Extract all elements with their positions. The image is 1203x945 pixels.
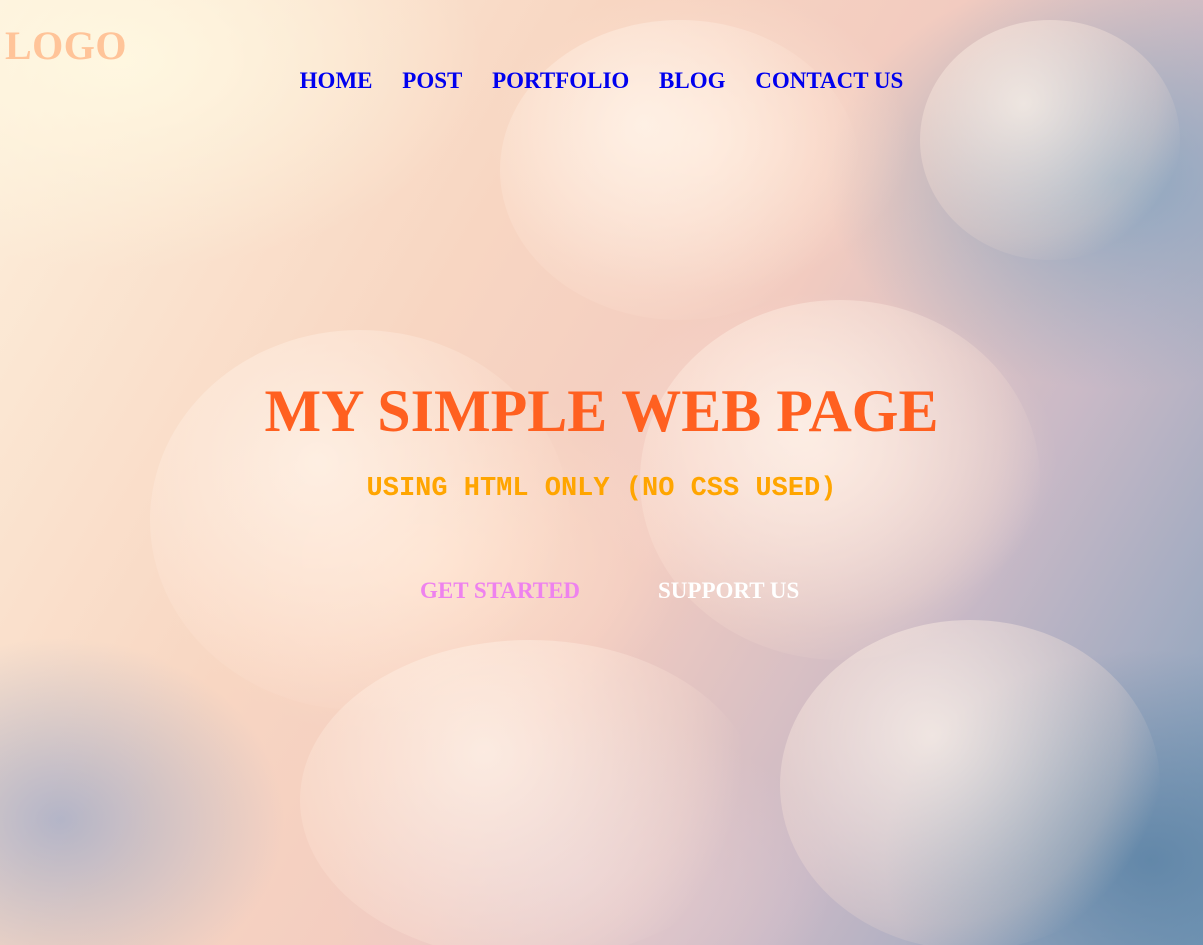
site-logo: LOGO	[5, 23, 128, 68]
nav-link-portfolio[interactable]: PORTFOLIO	[492, 68, 629, 93]
nav-link-post[interactable]: POST	[402, 68, 462, 93]
nav-link-contact-us[interactable]: CONTACT US	[755, 68, 903, 93]
hero-subtitle: USING HTML ONLY (NO CSS USED)	[366, 474, 837, 504]
main-nav: HOME POST PORTFOLIO BLOG CONTACT US	[0, 68, 1203, 94]
support-us-button[interactable]: SUPPORT US	[658, 577, 799, 605]
nav-link-blog[interactable]: BLOG	[659, 68, 725, 93]
get-started-button[interactable]: GET STARTED	[420, 577, 580, 605]
cloud-shape	[780, 620, 1160, 945]
hero-title: MY SIMPLE WEB PAGE	[264, 378, 939, 444]
cloud-shape	[920, 20, 1180, 260]
nav-link-home[interactable]: HOME	[300, 68, 373, 93]
cloud-shape	[300, 640, 760, 945]
cloud-shape	[500, 20, 860, 320]
